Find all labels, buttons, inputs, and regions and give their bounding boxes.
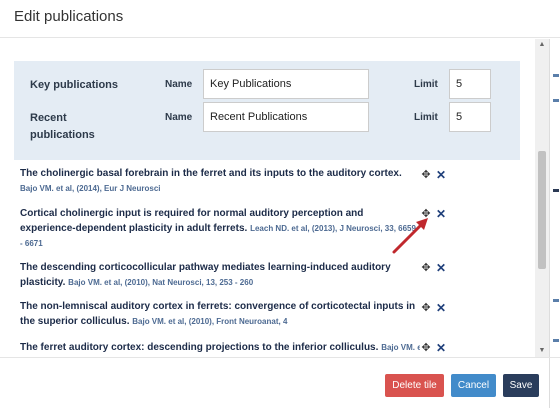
move-icon[interactable]: ✥ (421, 343, 431, 354)
recent-limit-input[interactable] (449, 102, 491, 132)
delete-icon[interactable]: ✕ (436, 262, 446, 274)
pub-title: The cholinergic basal forebrain in the f… (20, 168, 402, 179)
edge-mark (553, 189, 559, 192)
pub-meta: Bajo VM. et al (381, 343, 420, 352)
move-icon[interactable]: ✥ (421, 263, 431, 274)
delete-tile-button[interactable]: Delete tile (385, 374, 444, 397)
red-arrow-icon (392, 218, 428, 254)
modal-body: Key publications Name Limit Recent publi… (0, 39, 535, 357)
settings-panel: Key publications Name Limit Recent publi… (14, 61, 520, 160)
delete-icon[interactable]: ✕ (436, 169, 446, 181)
row-label-recent: Recent publications (30, 110, 95, 144)
edge-mark (553, 299, 559, 302)
pub-title: The ferret auditory cortex: descending p… (20, 342, 379, 352)
edit-publications-modal: Edit publications Key publications Name … (0, 0, 560, 408)
edge-mark (553, 74, 559, 77)
list-item: The non-lemniscal auditory cortex in fer… (20, 299, 420, 329)
modal-header: Edit publications (0, 0, 560, 38)
background-page-edge (549, 39, 560, 408)
move-icon[interactable]: ✥ (421, 303, 431, 314)
limit-label-key: Limit (414, 79, 438, 90)
list-item: Cortical cholinergic input is required f… (20, 206, 420, 251)
pub-meta: Bajo VM. et al, (2014), Eur J Neurosci (20, 184, 161, 193)
key-limit-input[interactable] (449, 69, 491, 99)
move-icon[interactable]: ✥ (421, 170, 431, 181)
pub-meta: Bajo VM. et al, (2010), Nat Neurosci, 13… (68, 278, 254, 287)
modal-title: Edit publications (14, 8, 124, 25)
scroll-up-icon[interactable]: ▲ (535, 39, 549, 51)
row-label-recent-line1: Recent (30, 112, 67, 124)
delete-icon[interactable]: ✕ (436, 208, 446, 220)
list-item: The cholinergic basal forebrain in the f… (20, 166, 420, 196)
scroll-down-icon[interactable]: ▼ (535, 345, 549, 357)
list-item: The ferret auditory cortex: descending p… (20, 340, 420, 352)
key-name-input[interactable] (203, 69, 369, 99)
delete-icon[interactable]: ✕ (436, 342, 446, 354)
scroll-thumb[interactable] (538, 151, 546, 269)
recent-name-input[interactable] (203, 102, 369, 132)
edge-mark (553, 99, 559, 102)
pub-meta: Bajo VM. et al, (2010), Front Neuroanat,… (132, 317, 288, 326)
limit-label-recent: Limit (414, 112, 438, 123)
delete-icon[interactable]: ✕ (436, 302, 446, 314)
edge-mark (553, 339, 559, 342)
row-label-key: Key publications (30, 79, 119, 91)
row-label-recent-line2: publications (30, 129, 95, 141)
name-label-key: Name (165, 79, 193, 90)
scrollbar[interactable]: ▲ ▼ (535, 39, 549, 357)
list-item: The descending corticocollicular pathway… (20, 260, 420, 290)
save-button[interactable]: Save (503, 374, 539, 397)
modal-footer: Delete tile Cancel Save (0, 357, 560, 408)
cancel-button[interactable]: Cancel (451, 374, 496, 397)
name-label-recent: Name (165, 112, 193, 123)
